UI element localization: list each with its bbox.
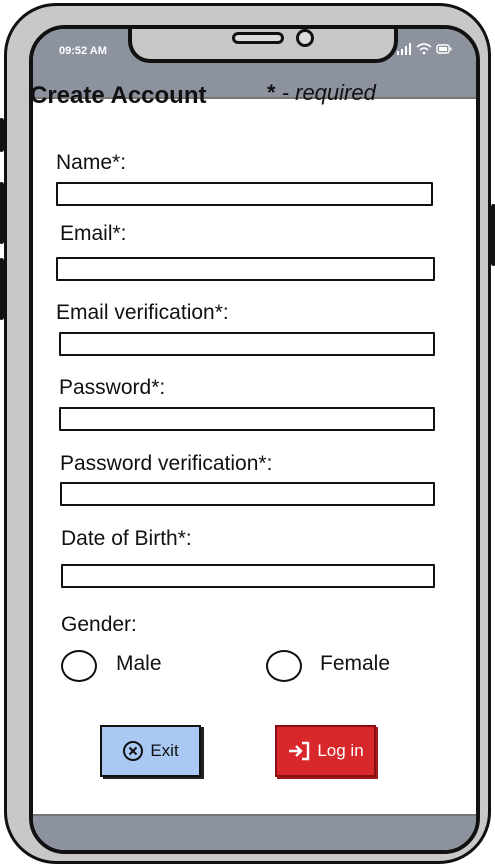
exit-label: Exit xyxy=(150,741,179,760)
battery-icon xyxy=(436,44,452,54)
required-note: * - required xyxy=(267,80,376,106)
email-verification-field[interactable] xyxy=(59,332,435,356)
side-button-volume-down xyxy=(0,258,4,320)
speaker-grille xyxy=(232,32,284,44)
exit-button[interactable]: Exit xyxy=(100,725,201,777)
side-button-volume-up xyxy=(0,182,4,244)
email-field[interactable] xyxy=(56,257,435,281)
email-verification-label: Email verification*: xyxy=(56,301,229,324)
side-button-power xyxy=(491,204,495,266)
status-icons xyxy=(396,43,452,55)
name-field[interactable] xyxy=(56,182,433,206)
wifi-icon xyxy=(416,43,432,55)
notch xyxy=(128,29,398,63)
password-verification-label: Password verification*: xyxy=(60,452,273,475)
gender-female-radio[interactable] xyxy=(266,650,302,682)
login-icon xyxy=(289,741,310,761)
signal-icon xyxy=(397,43,411,55)
password-label: Password*: xyxy=(59,376,166,399)
date-of-birth-field[interactable] xyxy=(61,564,435,588)
close-circle-icon xyxy=(123,741,144,761)
required-text: - required xyxy=(275,80,376,105)
bottom-bar xyxy=(33,814,476,850)
screen: 09:52 AM xyxy=(29,25,480,854)
gender-female-label: Female xyxy=(320,652,391,675)
camera-icon xyxy=(296,29,314,47)
email-label: Email*: xyxy=(60,222,127,245)
password-verification-field[interactable] xyxy=(60,482,435,506)
status-time: 09:52 AM xyxy=(59,45,107,57)
login-label: Log in xyxy=(317,741,364,760)
side-button-mute xyxy=(0,118,4,152)
name-label: Name*: xyxy=(56,151,127,174)
gender-male-label: Male xyxy=(116,652,162,675)
password-field[interactable] xyxy=(59,407,435,431)
login-button[interactable]: Log in xyxy=(275,725,376,777)
gender-male-radio[interactable] xyxy=(61,650,97,682)
required-star: * xyxy=(267,80,276,105)
date-of-birth-label: Date of Birth*: xyxy=(61,527,192,550)
gender-label: Gender: xyxy=(61,613,137,636)
page-title: Create Account xyxy=(30,82,207,109)
phone-frame: 09:52 AM xyxy=(0,3,495,864)
